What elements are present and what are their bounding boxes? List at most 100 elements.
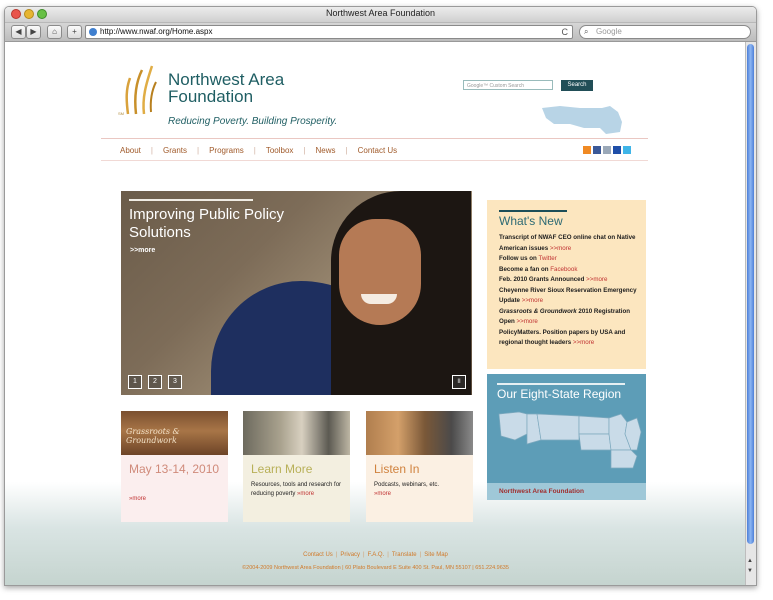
nav-separator: |: [253, 146, 256, 155]
hero-title: Improving Public Policy Solutions: [129, 206, 285, 241]
hero-slideshow[interactable]: Improving Public Policy Solutions >>more…: [121, 191, 472, 395]
event-card-image-text: Grassroots & Groundwork: [126, 427, 180, 445]
region-panel[interactable]: Our Eight-State Region Northwest Area Fo…: [487, 374, 646, 500]
social-icons: [583, 146, 633, 155]
slide-3-button[interactable]: 3: [168, 375, 182, 389]
list-item: Follow us on Twitter: [499, 254, 644, 265]
vertical-scrollbar[interactable]: ▲ ▼: [745, 42, 756, 585]
news-link[interactable]: >>more: [573, 339, 594, 346]
list-item: PolicyMatters. Position papers by USA an…: [499, 328, 644, 349]
event-card-image: Grassroots & Groundwork: [121, 411, 228, 455]
nav-toolbox[interactable]: Toolbox: [266, 146, 294, 155]
nav-grants[interactable]: Grants: [163, 146, 187, 155]
address-bar[interactable]: http://www.nwaf.org/Home.aspx C: [85, 25, 573, 39]
listen-in-card-title: Listen In: [374, 462, 420, 476]
window-title: Northwest Area Foundation: [325, 8, 436, 18]
news-text: Cheyenne River Sioux Reservation Emergen…: [499, 286, 637, 305]
news-link[interactable]: >>more: [517, 318, 538, 325]
nav-news[interactable]: News: [316, 146, 336, 155]
event-card-text: »more: [129, 495, 224, 504]
whats-new-panel: What's New Transcript of NWAF CEO online…: [487, 200, 646, 369]
event-card-title: May 13-14, 2010: [129, 462, 220, 476]
learn-more-card[interactable]: Learn More Resources, tools and research…: [243, 411, 350, 522]
twitter-icon[interactable]: [623, 146, 631, 154]
nav-divider-bottom: [101, 160, 648, 161]
news-link[interactable]: >>more: [522, 297, 543, 304]
news-link[interactable]: >>more: [586, 276, 607, 283]
listen-in-card-text: Podcasts, webinars, etc. »more: [374, 481, 469, 499]
home-button[interactable]: ⌂: [47, 25, 62, 39]
footer-site-map[interactable]: Site Map: [424, 552, 448, 558]
hero-more-link[interactable]: >>more: [130, 247, 155, 254]
reload-button[interactable]: C: [562, 26, 569, 38]
page-content: SM Northwest Area Foundation Reducing Po…: [5, 42, 746, 585]
url-text[interactable]: http://www.nwaf.org/Home.aspx: [100, 26, 213, 38]
news-link[interactable]: >>more: [550, 245, 571, 252]
news-text: Feb. 2010 Grants Announced: [499, 276, 587, 283]
event-card[interactable]: Grassroots & Groundwork May 13-14, 2010 …: [121, 411, 228, 522]
browser-toolbar: ◀ ▶ ⌂ + http://www.nwaf.org/Home.aspx C …: [5, 23, 756, 42]
browser-window: Northwest Area Foundation ◀ ▶ ⌂ + http:/…: [4, 6, 757, 586]
tagline: Reducing Poverty. Building Prosperity.: [168, 116, 338, 127]
add-bookmark-button[interactable]: +: [67, 25, 82, 39]
news-text: PolicyMatters. Position papers by USA an…: [499, 328, 626, 347]
scroll-up-arrow-icon[interactable]: ▲: [747, 558, 753, 564]
learn-more-card-image: [243, 411, 350, 455]
learn-more-card-more-link[interactable]: »more: [297, 491, 314, 497]
slide-2-button[interactable]: 2: [148, 375, 162, 389]
region-map-icon[interactable]: [497, 410, 642, 470]
region-map-thumbnail-icon: [542, 106, 622, 134]
footer-separator: |: [387, 552, 389, 558]
browser-search-field[interactable]: ⌕ Google: [579, 25, 751, 39]
main-nav: About | Grants | Programs | Toolbox | News | Conta…: [120, 146, 397, 158]
footer-translate[interactable]: Translate: [392, 552, 417, 558]
region-caption[interactable]: Northwest Area Foundation: [487, 483, 646, 500]
back-button[interactable]: ◀: [11, 25, 26, 39]
whats-new-heading: What's New: [499, 214, 563, 228]
news-text: Become a fan on: [499, 265, 551, 273]
list-item: Feb. 2010 Grants Announced >>more: [499, 275, 644, 286]
facebook-icon[interactable]: [593, 146, 601, 154]
share-icon[interactable]: [603, 146, 611, 154]
hero-photo-smile: [361, 294, 397, 304]
region-heading: Our Eight-State Region: [497, 387, 622, 401]
footer-faq[interactable]: F.A.Q.: [368, 552, 385, 558]
footer-privacy[interactable]: Privacy: [340, 552, 360, 558]
nav-about[interactable]: About: [120, 146, 141, 155]
scroll-down-arrow-icon[interactable]: ▼: [747, 568, 753, 574]
listen-in-card[interactable]: Listen In Podcasts, webinars, etc. »more: [366, 411, 473, 522]
grass-logo-icon: [125, 65, 157, 115]
whats-new-list: Transcript of NWAF CEO online chat on Na…: [499, 233, 644, 349]
globe-icon: [89, 28, 97, 36]
rss-icon[interactable]: [583, 146, 591, 154]
nav-separator: |: [303, 146, 306, 155]
title-bar: Northwest Area Foundation: [5, 7, 756, 23]
nav-contact-us[interactable]: Contact Us: [358, 146, 398, 155]
pause-button[interactable]: II: [452, 375, 466, 389]
hero-photo-face: [339, 219, 421, 325]
logo-name[interactable]: Northwest Area Foundation: [168, 71, 338, 105]
list-item: Become a fan on Facebook: [499, 265, 644, 276]
event-card-more-link[interactable]: »more: [129, 496, 146, 502]
delicious-icon[interactable]: [613, 146, 621, 154]
scrollbar-thumb[interactable]: [747, 44, 754, 544]
nav-divider-top: [101, 138, 648, 139]
slide-1-button[interactable]: 1: [128, 375, 142, 389]
nav-programs[interactable]: Programs: [209, 146, 244, 155]
listen-in-card-more-link[interactable]: »more: [374, 491, 391, 497]
nav-separator: |: [150, 146, 153, 155]
facebook-link[interactable]: Facebook: [550, 266, 577, 273]
forward-button[interactable]: ▶: [26, 25, 41, 39]
browser-search-placeholder: Google: [596, 27, 622, 36]
learn-more-card-title: Learn More: [251, 462, 313, 476]
service-mark: SM: [118, 111, 124, 116]
whats-new-rule: [499, 210, 567, 212]
nav-separator: |: [197, 146, 200, 155]
twitter-link[interactable]: Twitter: [539, 255, 557, 262]
footer-contact-us[interactable]: Contact Us: [303, 552, 333, 558]
listen-in-card-image: [366, 411, 473, 455]
nav-separator: |: [345, 146, 348, 155]
site-search-button[interactable]: Search: [561, 80, 593, 91]
list-item: Grassroots & Groundwork 2010 Registratio…: [499, 307, 644, 328]
site-search-input[interactable]: Google™ Custom Search: [463, 80, 553, 90]
